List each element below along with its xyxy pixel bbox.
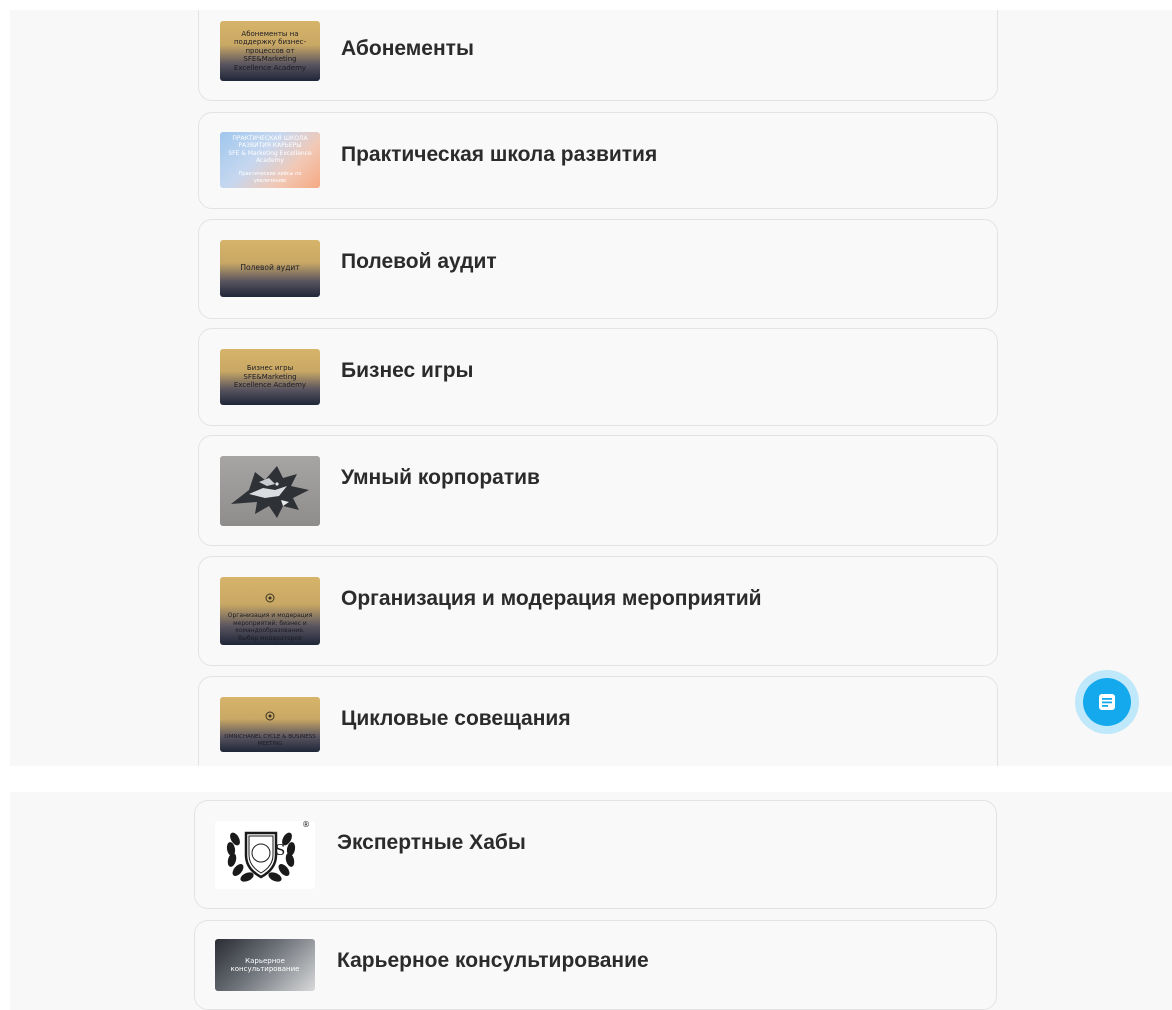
laurel-shield-logo-icon [226, 831, 296, 882]
service-thumbnail [215, 821, 315, 889]
service-title: Организация и модерация мероприятий [341, 587, 762, 610]
service-thumbnail: Организация и модерация мероприятий: биз… [220, 577, 320, 645]
emblem-icon [265, 711, 275, 721]
service-card-field-audit[interactable]: Полевой аудит Полевой аудит [198, 219, 998, 319]
service-title: Практическая школа развития [341, 143, 658, 166]
service-card-cycle-meetings[interactable]: OMNICHANEL CYCLE & BUSINESS MEETING Цикл… [198, 676, 998, 766]
services-list-bottom: Экспертные Хабы S ® Карьерное консультир… [10, 792, 1172, 1010]
service-thumbnail: Карьерное консультирование [215, 939, 315, 991]
service-thumbnail: Полевой аудит [220, 240, 320, 297]
service-card-expert-hubs[interactable]: Экспертные Хабы S ® [194, 800, 997, 909]
service-title: Полевой аудит [341, 250, 497, 273]
service-title: Бизнес игры [341, 359, 474, 382]
document-icon [1099, 694, 1115, 710]
service-thumbnail: OMNICHANEL CYCLE & BUSINESS MEETING [220, 697, 320, 752]
service-card-business-games[interactable]: Бизнес игры SFE&Marketing Excellence Aca… [198, 328, 998, 426]
service-thumbnail [220, 456, 320, 526]
service-title: Экспертные Хабы [337, 831, 526, 854]
wolf-head-icon [231, 466, 309, 518]
shield-letter: S [275, 841, 286, 859]
service-card-career-consulting[interactable]: Карьерное консультирование Карьерное кон… [194, 920, 997, 1010]
service-title: Абонементы [341, 37, 474, 60]
service-title: Цикловые совещания [341, 707, 571, 730]
service-card-subscriptions[interactable]: Абонементы на поддержку бизнес- процессо… [198, 10, 998, 101]
service-title: Карьерное консультирование [337, 949, 649, 972]
service-thumbnail: ПРАКТИЧЕСКАЯ ШКОЛА РАЗВИТИЯ КАРЬЕРЫ SFE … [220, 132, 320, 188]
service-thumbnail: Бизнес игры SFE&Marketing Excellence Aca… [220, 349, 320, 405]
registered-mark: ® [302, 820, 310, 829]
fab-circle [1083, 678, 1131, 726]
service-thumbnail: Абонементы на поддержку бизнес- процессо… [220, 21, 320, 81]
service-card-smart-corporate[interactable]: Умный корпоратив [198, 435, 998, 546]
service-card-event-moderation[interactable]: Организация и модерация мероприятий: биз… [198, 556, 998, 666]
service-card-practical-school[interactable]: ПРАКТИЧЕСКАЯ ШКОЛА РАЗВИТИЯ КАРЬЕРЫ SFE … [198, 112, 998, 209]
emblem-icon [265, 593, 275, 603]
service-title: Умный корпоратив [341, 466, 540, 489]
floating-document-button[interactable] [1075, 670, 1139, 734]
services-list-top: Абонементы на поддержку бизнес- процессо… [10, 10, 1172, 766]
